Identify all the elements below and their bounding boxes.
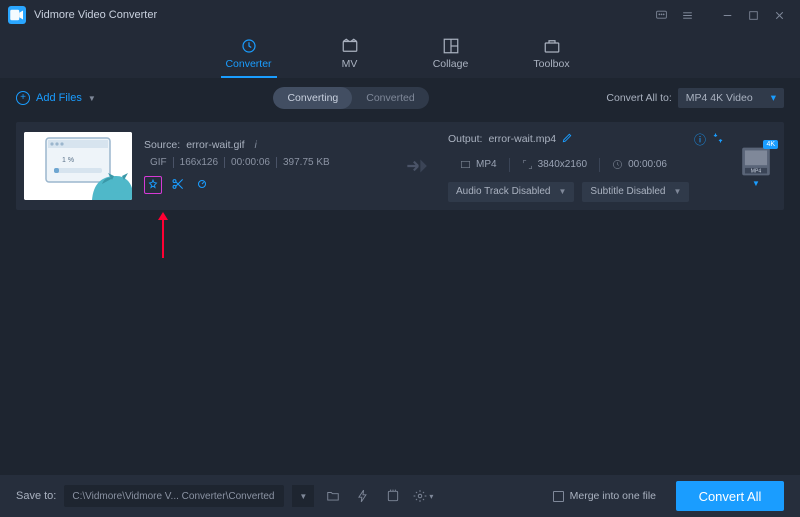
output-format-thumb[interactable]: 4K MP4 ▼ <box>736 144 776 188</box>
tab-label: Collage <box>433 58 469 70</box>
merge-checkbox[interactable]: Merge into one file <box>553 490 656 502</box>
converting-tab[interactable]: Converting <box>273 87 352 109</box>
feedback-icon[interactable] <box>648 2 674 28</box>
output-specs: MP4 3840x2160 00:00:06 <box>448 154 724 176</box>
main-content: 1 % Source: error-wait.gif i GIF166x1260… <box>0 114 800 475</box>
gpu-button[interactable] <box>382 485 404 507</box>
format-value: MP4 4K Video <box>686 92 753 104</box>
track-dropdowns: Audio Track Disabled ▼ Subtitle Disabled ▼ <box>448 182 724 202</box>
file-item: 1 % Source: error-wait.gif i GIF166x1260… <box>16 122 784 210</box>
output-label: Output: <box>448 133 482 145</box>
minimize-button[interactable] <box>714 2 740 28</box>
output-filename: error-wait.mp4 <box>488 133 556 145</box>
chevron-down-icon: ▼ <box>88 94 96 103</box>
tab-mv[interactable]: MV <box>322 37 378 78</box>
source-label: Source: <box>144 139 180 151</box>
tab-label: Converter <box>225 58 271 70</box>
checkbox-icon <box>553 491 564 502</box>
app-logo <box>8 6 26 24</box>
convert-all-label: Convert All <box>699 489 762 504</box>
plus-circle-icon: + <box>16 91 30 105</box>
chevron-down-icon: ▼ <box>752 179 760 188</box>
footer: Save to: C:\Vidmore\Vidmore V... Convert… <box>0 475 800 517</box>
chevron-down-icon: ▼ <box>299 492 307 501</box>
save-path-value: C:\Vidmore\Vidmore V... Converter\Conver… <box>72 491 274 502</box>
edit-name-icon[interactable] <box>562 132 573 146</box>
tab-toolbox[interactable]: Toolbox <box>524 37 580 78</box>
edit-tools <box>144 176 384 194</box>
tab-label: Toolbox <box>533 58 569 70</box>
info-output-icon[interactable]: ⓘ <box>694 131 706 148</box>
toolbox-icon <box>543 37 561 55</box>
cut-button[interactable] <box>170 176 186 192</box>
subtitle-value: Subtitle Disabled <box>590 186 665 197</box>
sub-toolbar: + Add Files ▼ Converting Converted Conve… <box>0 82 800 114</box>
converted-tab[interactable]: Converted <box>352 87 428 109</box>
hw-accel-button[interactable] <box>352 485 374 507</box>
svg-text:1 %: 1 % <box>62 157 74 164</box>
subtitle-select[interactable]: Subtitle Disabled ▼ <box>582 182 689 202</box>
settings-button[interactable]: ▾ <box>412 485 434 507</box>
menu-icon[interactable] <box>674 2 700 28</box>
open-folder-button[interactable] <box>322 485 344 507</box>
info-icon[interactable]: i <box>255 139 257 151</box>
tab-collage[interactable]: Collage <box>423 37 479 78</box>
4k-badge: 4K <box>763 140 778 149</box>
audio-value: Audio Track Disabled <box>456 186 551 197</box>
main-tabs: Converter MV Collage Toolbox <box>0 30 800 78</box>
effects-button[interactable] <box>144 176 162 194</box>
app-title: Vidmore Video Converter <box>34 9 157 21</box>
collage-icon <box>442 37 460 55</box>
src-dimensions: 166x126 <box>174 157 225 168</box>
save-path-field[interactable]: C:\Vidmore\Vidmore V... Converter\Conver… <box>64 485 284 507</box>
chevron-down-icon: ▼ <box>559 187 567 196</box>
save-to-label: Save to: <box>16 490 56 502</box>
svg-text:MP4: MP4 <box>751 169 762 175</box>
source-column: Source: error-wait.gif i GIF166x12600:00… <box>144 139 384 194</box>
convert-all-format: Convert All to: MP4 4K Video ▾ <box>606 88 784 108</box>
annotation-arrow <box>156 212 170 258</box>
tab-label: MV <box>342 58 358 70</box>
source-meta: GIF166x12600:00:06397.75 KB <box>144 157 384 168</box>
enhance-button[interactable] <box>194 176 210 192</box>
merge-label: Merge into one file <box>570 490 656 502</box>
out-format: MP4 <box>476 159 497 170</box>
chevron-down-icon: ▾ <box>771 92 776 104</box>
convert-all-button[interactable]: Convert All <box>676 481 784 511</box>
src-size: 397.75 KB <box>277 157 336 168</box>
out-resolution: 3840x2160 <box>538 159 588 170</box>
add-files-label: Add Files <box>36 92 82 104</box>
audio-track-select[interactable]: Audio Track Disabled ▼ <box>448 182 574 202</box>
src-format: GIF <box>144 157 174 168</box>
titlebar: Vidmore Video Converter <box>0 0 800 30</box>
chevron-down-icon: ▾ <box>429 492 433 501</box>
close-button[interactable] <box>766 2 792 28</box>
add-files-button[interactable]: + Add Files ▼ <box>16 91 96 105</box>
format-select[interactable]: MP4 4K Video ▾ <box>678 88 784 108</box>
out-duration: 00:00:06 <box>628 159 667 170</box>
tab-converter[interactable]: Converter <box>221 37 277 78</box>
src-duration: 00:00:06 <box>225 157 277 168</box>
chevron-down-icon: ▼ <box>673 187 681 196</box>
save-path-dropdown[interactable]: ▼ <box>292 485 314 507</box>
source-thumbnail[interactable]: 1 % <box>24 132 132 200</box>
arrow-right-icon <box>396 153 436 179</box>
maximize-button[interactable] <box>740 2 766 28</box>
converter-icon <box>240 37 258 55</box>
convert-all-label: Convert All to: <box>606 92 671 104</box>
output-column: Output: error-wait.mp4 ⓘ MP4 3840x2160 0… <box>448 131 724 202</box>
status-pill: Converting Converted <box>273 87 428 109</box>
source-filename: error-wait.gif <box>186 139 244 151</box>
mv-icon <box>341 37 359 55</box>
compress-icon[interactable] <box>712 132 724 147</box>
